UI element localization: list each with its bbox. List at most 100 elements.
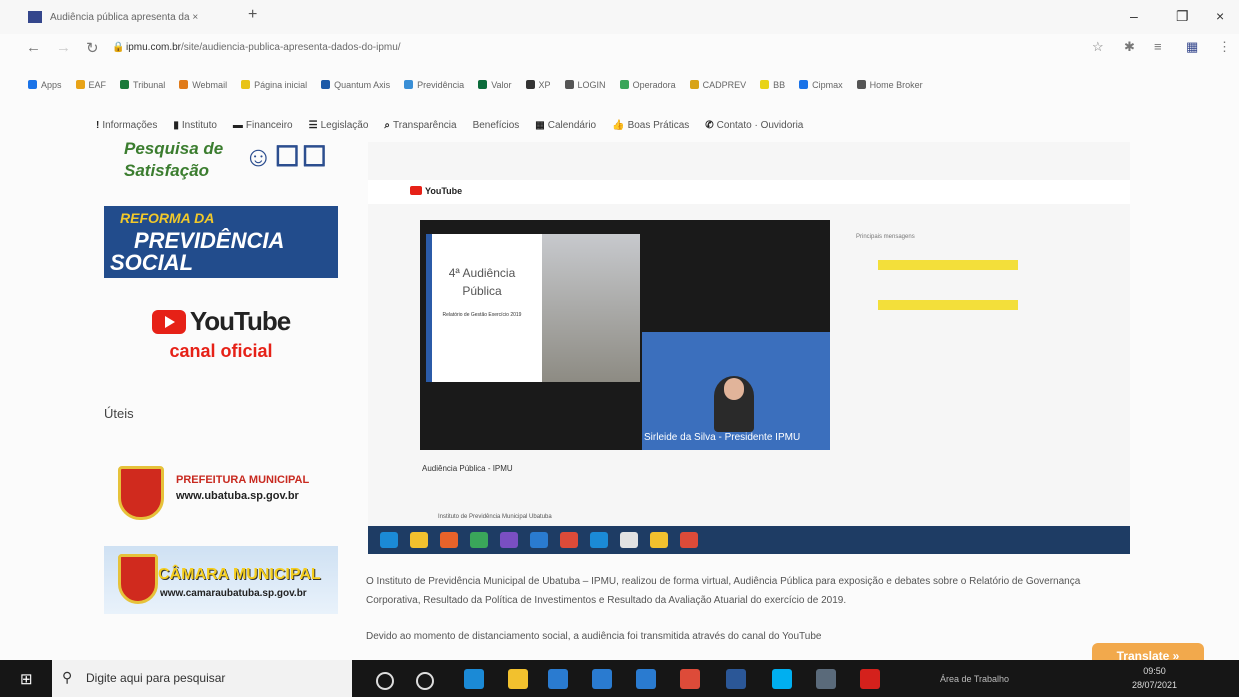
bookmark-item[interactable]: BB [760,80,785,90]
nav-item-label: Informações [102,119,158,131]
app-l-icon[interactable] [636,669,656,689]
tab-title: Audiência pública apresenta da × [50,11,199,23]
nav-item-icon: 👍 [612,119,625,131]
camara-name: CÂMARA MUNICIPAL [158,566,321,583]
nav-item-icon: ▬ [232,119,243,131]
bookmark-item[interactable]: Cipmax [799,80,843,90]
extension-icon[interactable]: ✱ [1124,39,1135,55]
reforma-line3: SOCIAL [110,250,194,275]
chat-message-highlight [878,260,1018,270]
embedded-taskbar-app-icon [380,532,398,548]
live-chat-panel: Principais mensagens [856,234,1116,310]
bookmark-item[interactable]: Operadora [620,80,676,90]
nav-item-label: Calendário [547,119,597,131]
chrome-icon[interactable] [680,669,700,689]
building-photo [542,234,640,382]
forward-icon[interactable]: → [56,39,71,56]
bookmark-item[interactable]: Quantum Axis [321,80,390,90]
bookmark-item[interactable]: Página inicial [241,80,307,90]
search-icon: ⚲ [62,669,73,685]
uteis-heading: Úteis [104,406,134,421]
bookmark-item[interactable]: Apps [28,80,62,90]
video-title: Audiência Pública - IPMU [422,464,513,473]
slide-title: 4ª Audiência Pública [448,266,516,298]
reforma-line1: REFORMA DA [120,210,215,226]
chat-message-highlight [878,300,1018,310]
taskbar-search-placeholder: Digite aqui para pesquisar [86,671,226,685]
bookmark-item[interactable]: Valor [478,80,511,90]
minimize-button[interactable]: – [1130,8,1138,24]
nav-item[interactable]: 👍 Boas Práticas [612,120,689,131]
pesquisa-satisfacao-banner[interactable]: Pesquisa de Satisfação ☺☐☐ [104,138,338,190]
system-clock[interactable]: 09:50 28/07/2021 [1132,664,1177,692]
new-tab-button[interactable]: + [248,6,257,24]
speaker-caption: Sirleide da Silva - Presidente IPMU [644,432,801,443]
ubatuba-crest-icon [118,466,164,520]
embedded-taskbar [368,526,1130,554]
bookmark-item[interactable]: LOGIN [565,80,606,90]
embedded-taskbar-app-icon [440,532,458,548]
embedded-taskbar-app-icon [650,532,668,548]
slide-flag [426,234,432,382]
reload-icon[interactable]: ↻ [86,39,99,57]
bookmark-item[interactable]: Tribunal [120,80,165,90]
nav-item[interactable]: ! Informações [96,120,157,131]
nav-item[interactable]: ☰ Legislação [309,120,369,131]
embedded-taskbar-app-icon [590,532,608,548]
nav-item[interactable]: ⌕ Transparência [384,120,456,131]
browser-tab[interactable]: Audiência pública apresenta da × [28,4,238,30]
task-view-icon[interactable] [416,672,434,690]
nav-item-icon: ✆ [705,119,714,131]
store-icon[interactable] [548,669,568,689]
taskbar-search-box[interactable]: ⚲ Digite aqui para pesquisar [52,660,352,697]
youtube-play-icon [151,309,186,334]
youtube-logo-text: YouTube [189,306,291,336]
file-explorer-icon[interactable] [508,669,528,689]
bookmark-item[interactable]: EAF [76,80,107,90]
prefeitura-banner[interactable]: PREFEITURA MUNICIPAL www.ubatuba.sp.gov.… [104,456,338,528]
nav-item-label: Transparência [393,119,457,131]
reading-list-icon[interactable]: ≡ [1154,39,1162,54]
presentation-slide: 4ª Audiência Pública Relatório de Gestão… [426,234,640,382]
video-player[interactable]: 4ª Audiência Pública Relatório de Gestão… [420,220,830,450]
desktop-area-label[interactable]: Área de Trabalho [940,674,1009,684]
youtube-caption: canal oficial [169,340,273,361]
nav-item[interactable]: ▦ Calendário [535,120,596,131]
embedded-yt-header [368,180,1130,204]
skype-icon[interactable] [772,669,792,689]
bookmark-item[interactable]: Previdência [404,80,464,90]
back-icon[interactable]: ← [26,39,41,56]
camara-url: www.camaraubatuba.sp.gov.br [160,588,307,599]
prefeitura-url: www.ubatuba.sp.gov.br [176,490,299,502]
nav-item-label: Benefícios [472,119,520,131]
youtube-logo: YouTube [151,306,291,337]
reforma-previdencia-banner[interactable]: REFORMA DA PREVIDÊNCIA SOCIAL [104,206,338,278]
windows-start-icon[interactable]: ⊞ [20,670,36,688]
youtube-channel-banner[interactable]: YouTube canal oficial [104,306,338,366]
word-icon[interactable] [726,669,746,689]
bookmark-item[interactable]: Webmail [179,80,227,90]
nav-item-label: Contato · Ouvidoria [716,119,804,131]
bookmark-item[interactable]: XP [526,80,551,90]
nav-item[interactable]: ▬ Financeiro [233,120,293,131]
nav-item[interactable]: ▮ Instituto [173,120,217,131]
chat-header: Principais mensagens [856,234,915,240]
clock-date: 28/07/2021 [1132,680,1178,690]
acrobat-icon[interactable] [860,669,880,689]
star-icon[interactable]: ☆ [1092,39,1104,55]
camara-banner[interactable]: CÂMARA MUNICIPAL www.camaraubatuba.sp.go… [104,546,338,614]
mail-icon[interactable] [592,669,612,689]
bookmark-item[interactable]: CADPREV [690,80,747,90]
cortana-icon[interactable] [376,672,394,690]
menu-icon[interactable]: ⋮ [1218,39,1231,55]
bookmark-item[interactable]: Home Broker [857,80,923,90]
calculator-icon[interactable] [816,669,836,689]
nav-item[interactable]: ✆ Contato · Ouvidoria [705,120,803,131]
url-field[interactable]: ipmu.com.br/site/audiencia-publica-apres… [126,42,401,53]
embedded-taskbar-app-icon [470,532,488,548]
close-window-button[interactable]: × [1216,8,1224,24]
edge-icon[interactable] [464,669,484,689]
restore-button[interactable]: ❐ [1176,8,1189,25]
nav-item[interactable]: Benefícios [473,120,520,131]
profile-icon[interactable]: ▦ [1186,39,1198,55]
